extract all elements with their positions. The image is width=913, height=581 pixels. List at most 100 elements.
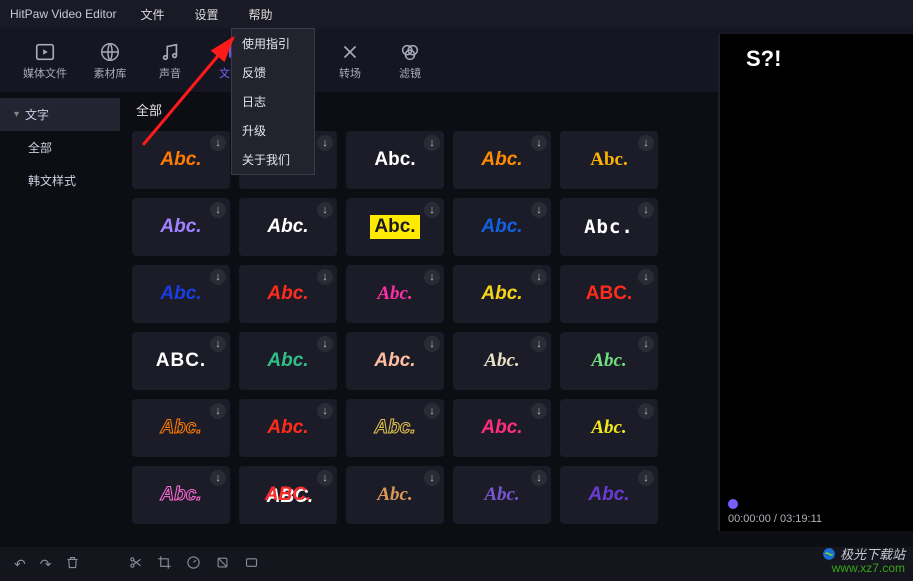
tool-transition[interactable]: 转场 <box>320 28 380 92</box>
section-title: 全部 <box>132 92 701 123</box>
help-dropdown: 使用指引 反馈 日志 升级 关于我们 <box>231 28 315 175</box>
menu-file[interactable]: 文件 <box>135 4 171 25</box>
download-icon[interactable]: ↓ <box>424 269 440 285</box>
preview-scrubber[interactable] <box>728 501 905 507</box>
download-icon[interactable]: ↓ <box>317 336 333 352</box>
text-style-tile[interactable]: Abc.↓ <box>453 198 551 256</box>
text-style-tile[interactable]: Abc.↓ <box>453 332 551 390</box>
download-icon[interactable]: ↓ <box>424 336 440 352</box>
cut-icon[interactable] <box>128 555 143 573</box>
globe-icon <box>99 39 121 65</box>
flip-icon[interactable] <box>244 555 259 573</box>
trash-icon[interactable] <box>65 555 80 573</box>
download-icon[interactable]: ↓ <box>531 403 547 419</box>
sidebar-item-text[interactable]: ▾ 文字 <box>0 98 120 131</box>
menu-help[interactable]: 帮助 <box>243 4 279 25</box>
text-style-tile[interactable]: Abc.↓ <box>453 265 551 323</box>
undo-icon[interactable]: ↶ <box>14 556 26 573</box>
text-style-tile[interactable]: Abc.↓ <box>560 332 658 390</box>
download-icon[interactable]: ↓ <box>210 336 226 352</box>
download-icon[interactable]: ↓ <box>317 269 333 285</box>
download-icon[interactable]: ↓ <box>531 269 547 285</box>
tool-library[interactable]: 素材库 <box>80 28 140 92</box>
style-preview-text: Abc. <box>370 215 419 239</box>
download-icon[interactable]: ↓ <box>210 135 226 151</box>
tool-filter[interactable]: 滤镜 <box>380 28 440 92</box>
download-icon[interactable]: ↓ <box>638 470 654 486</box>
download-icon[interactable]: ↓ <box>531 336 547 352</box>
download-icon[interactable]: ↓ <box>210 470 226 486</box>
text-style-tile[interactable]: Abc.↓ <box>346 466 444 524</box>
text-style-tile[interactable]: ABC.↓ <box>132 332 230 390</box>
style-preview-text: Abc. <box>591 417 626 439</box>
download-icon[interactable]: ↓ <box>317 403 333 419</box>
tool-media[interactable]: 媒体文件 <box>10 28 80 92</box>
text-style-tile[interactable]: Abc.↓ <box>239 198 337 256</box>
tool-media-label: 媒体文件 <box>23 65 67 81</box>
download-icon[interactable]: ↓ <box>531 470 547 486</box>
tool-audio[interactable]: 声音 <box>140 28 200 92</box>
text-style-tile[interactable]: Abc.↓ <box>560 131 658 189</box>
text-style-tile[interactable]: Abc.↓ <box>239 265 337 323</box>
download-icon[interactable]: ↓ <box>638 269 654 285</box>
download-icon[interactable]: ↓ <box>531 135 547 151</box>
text-style-tile[interactable]: Abc.↓ <box>132 265 230 323</box>
download-icon[interactable]: ↓ <box>424 135 440 151</box>
app-title: HitPaw Video Editor <box>10 7 117 21</box>
download-icon[interactable]: ↓ <box>210 269 226 285</box>
text-style-tile[interactable]: Abc.↓ <box>346 265 444 323</box>
download-icon[interactable]: ↓ <box>317 135 333 151</box>
help-item-feedback[interactable]: 反馈 <box>232 58 314 87</box>
help-item-log[interactable]: 日志 <box>232 87 314 116</box>
redo-icon[interactable]: ↷ <box>40 556 52 573</box>
speed-icon[interactable] <box>186 555 201 573</box>
text-style-tile[interactable]: Abc. ↓ <box>132 198 230 256</box>
text-style-tile[interactable]: ABC.↓ <box>239 466 337 524</box>
text-style-tile[interactable]: Abc.↓ <box>239 332 337 390</box>
download-icon[interactable]: ↓ <box>424 403 440 419</box>
bottom-toolbar: ↶ ↷ <box>0 547 913 581</box>
sidebar-item-label: 韩文样式 <box>28 172 76 189</box>
download-icon[interactable]: ↓ <box>424 202 440 218</box>
download-icon[interactable]: ↓ <box>210 202 226 218</box>
text-style-tile[interactable]: Abc.↓ <box>560 466 658 524</box>
text-style-tile[interactable]: Abc.↓ <box>453 131 551 189</box>
sidebar-item-all[interactable]: 全部 <box>0 131 120 164</box>
download-icon[interactable]: ↓ <box>638 202 654 218</box>
text-style-tile[interactable]: ABC.↓ <box>560 265 658 323</box>
download-icon[interactable]: ↓ <box>638 336 654 352</box>
text-style-tile[interactable]: Abc.↓ <box>132 131 230 189</box>
text-style-tile[interactable]: Abc. ↓ <box>346 198 444 256</box>
style-preview-text: Abc. <box>160 216 201 238</box>
download-icon[interactable]: ↓ <box>317 470 333 486</box>
text-style-tile[interactable]: Abc.↓ <box>132 399 230 457</box>
watermark-line1: 极光下载站 <box>822 547 905 562</box>
menu-settings[interactable]: 设置 <box>189 4 225 25</box>
playhead-icon <box>728 499 738 509</box>
preview-overlay-text: S?! <box>746 46 781 72</box>
download-icon[interactable]: ↓ <box>210 403 226 419</box>
text-style-tile[interactable]: Abc. ↓ <box>560 399 658 457</box>
text-style-tile[interactable]: Abc.↓ <box>132 466 230 524</box>
sidebar-item-korean[interactable]: 韩文样式 <box>0 164 120 197</box>
text-style-tile[interactable]: Abc. ↓ <box>453 466 551 524</box>
style-preview-text: Abc. <box>481 417 522 439</box>
download-icon[interactable]: ↓ <box>638 403 654 419</box>
download-icon[interactable]: ↓ <box>424 470 440 486</box>
download-icon[interactable]: ↓ <box>531 202 547 218</box>
text-style-tile[interactable]: Abc.↓ <box>346 399 444 457</box>
text-style-tile[interactable]: Abc.↓ <box>346 131 444 189</box>
rotate-icon[interactable] <box>215 555 230 573</box>
sidebar-item-label: 文字 <box>25 106 49 123</box>
text-style-tile[interactable]: Abc. ↓ <box>453 399 551 457</box>
text-style-tile[interactable]: Abc.↓ <box>239 399 337 457</box>
style-preview-text: Abc. <box>484 484 519 506</box>
download-icon[interactable]: ↓ <box>317 202 333 218</box>
text-style-tile[interactable]: Abc.↓ <box>346 332 444 390</box>
download-icon[interactable]: ↓ <box>638 135 654 151</box>
text-style-tile[interactable]: Abc.↓ <box>560 198 658 256</box>
help-item-about[interactable]: 关于我们 <box>232 145 314 174</box>
help-item-guide[interactable]: 使用指引 <box>232 29 314 58</box>
crop-icon[interactable] <box>157 555 172 573</box>
help-item-upgrade[interactable]: 升级 <box>232 116 314 145</box>
